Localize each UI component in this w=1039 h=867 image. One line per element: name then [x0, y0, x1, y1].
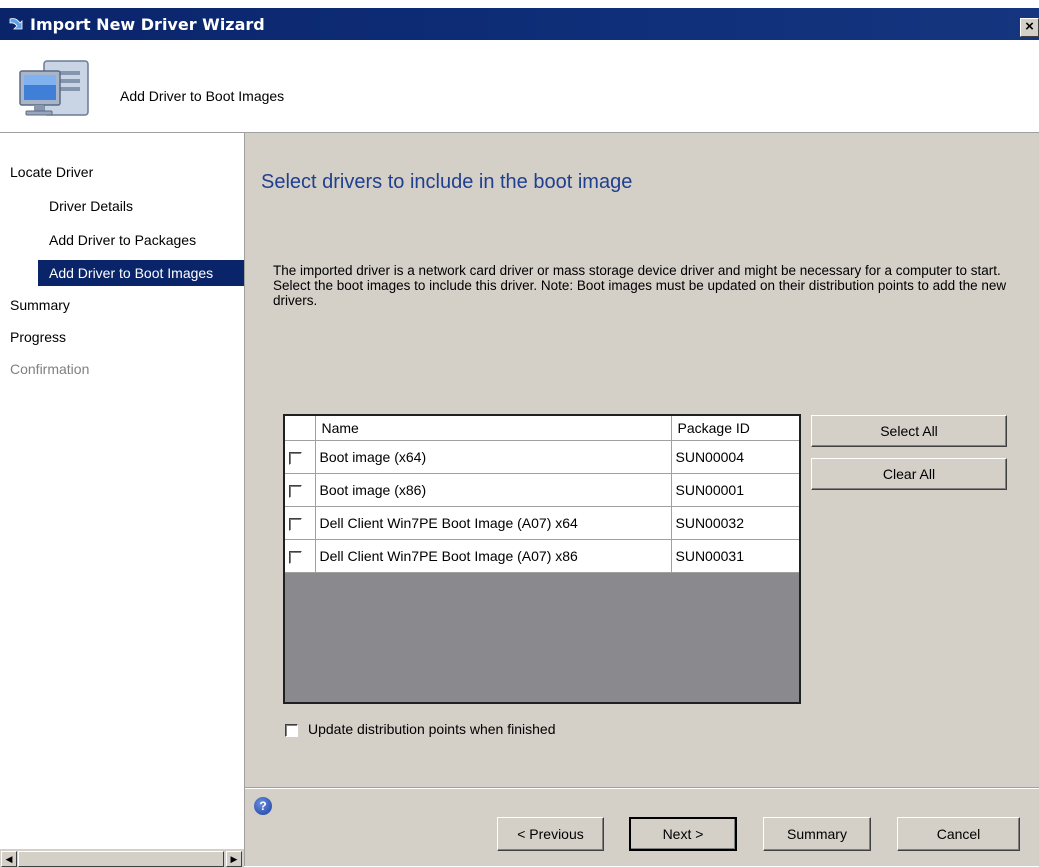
wizard-window: Import New Driver Wizard × Add Driver to…	[0, 8, 1039, 867]
update-distribution-points-label[interactable]: Update distribution points when finished	[308, 721, 556, 737]
next-button[interactable]: Next >	[629, 817, 737, 851]
column-header-name[interactable]: Name	[315, 416, 672, 441]
title-bar[interactable]: Import New Driver Wizard ×	[0, 8, 1039, 40]
update-distribution-points-option[interactable]: Update distribution points when finished	[285, 721, 556, 737]
table-row[interactable]: Boot image (x86) SUN00001	[285, 473, 799, 507]
previous-button[interactable]: < Previous	[497, 817, 604, 851]
nav-step-add-driver-to-boot-images[interactable]: Add Driver to Boot Images	[38, 260, 244, 286]
row-name: Dell Client Win7PE Boot Image (A07) x64	[315, 506, 672, 540]
help-icon[interactable]: ?	[254, 797, 272, 815]
clear-all-button[interactable]: Clear All	[811, 458, 1007, 490]
row-checkbox[interactable]	[289, 517, 302, 531]
table-row[interactable]: Dell Client Win7PE Boot Image (A07) x86 …	[285, 539, 799, 573]
close-button[interactable]: ×	[1020, 18, 1039, 37]
horizontal-scrollbar[interactable]: ◀ ▶	[0, 849, 244, 867]
update-distribution-points-checkbox[interactable]	[285, 723, 298, 737]
wizard-arrow-icon	[9, 18, 23, 30]
select-all-button[interactable]: Select All	[811, 415, 1007, 447]
wizard-steps-nav: Locate Driver Driver Details Add Driver …	[0, 133, 245, 867]
scroll-thumb[interactable]	[18, 851, 224, 867]
instructions-text: The imported driver is a network card dr…	[273, 263, 1007, 308]
computer-monitor-icon	[19, 60, 89, 116]
nav-step-locate-driver[interactable]: Locate Driver	[10, 159, 93, 185]
summary-button[interactable]: Summary	[763, 817, 871, 851]
row-checkbox[interactable]	[289, 451, 302, 465]
nav-step-confirmation: Confirmation	[10, 361, 90, 377]
nav-step-summary[interactable]: Summary	[10, 292, 70, 318]
boot-images-grid[interactable]: Name Package ID Boot image (x64) SUN0000…	[283, 414, 801, 704]
table-row[interactable]: Boot image (x64) SUN00004	[285, 440, 799, 474]
cancel-button[interactable]: Cancel	[897, 817, 1020, 851]
checkbox-column-header[interactable]	[285, 416, 316, 441]
table-row[interactable]: Dell Client Win7PE Boot Image (A07) x64 …	[285, 506, 799, 540]
column-header-package-id[interactable]: Package ID	[671, 416, 799, 441]
page-subtitle: Add Driver to Boot Images	[120, 88, 285, 104]
nav-step-progress[interactable]: Progress	[10, 324, 66, 350]
scroll-left-button[interactable]: ◀	[1, 851, 17, 867]
wizard-header: Add Driver to Boot Images	[0, 40, 1039, 133]
row-package-id: SUN00001	[671, 473, 799, 507]
wizard-footer: ? < Previous Next > Summary Cancel	[245, 788, 1039, 867]
row-package-id: SUN00004	[671, 440, 799, 474]
main-content: Select drivers to include in the boot im…	[245, 133, 1039, 788]
row-package-id: SUN00031	[671, 539, 799, 573]
window-title: Import New Driver Wizard	[30, 15, 265, 34]
row-package-id: SUN00032	[671, 506, 799, 540]
row-name: Boot image (x64)	[315, 440, 672, 474]
row-name: Dell Client Win7PE Boot Image (A07) x86	[315, 539, 672, 573]
scroll-right-button[interactable]: ▶	[226, 851, 242, 867]
row-checkbox[interactable]	[289, 484, 302, 498]
row-checkbox[interactable]	[289, 550, 302, 564]
nav-step-driver-details[interactable]: Driver Details	[38, 193, 133, 219]
nav-step-add-driver-to-packages[interactable]: Add Driver to Packages	[38, 227, 196, 253]
row-name: Boot image (x86)	[315, 473, 672, 507]
grid-header-row: Name Package ID	[285, 416, 799, 441]
page-title: Select drivers to include in the boot im…	[261, 171, 633, 193]
